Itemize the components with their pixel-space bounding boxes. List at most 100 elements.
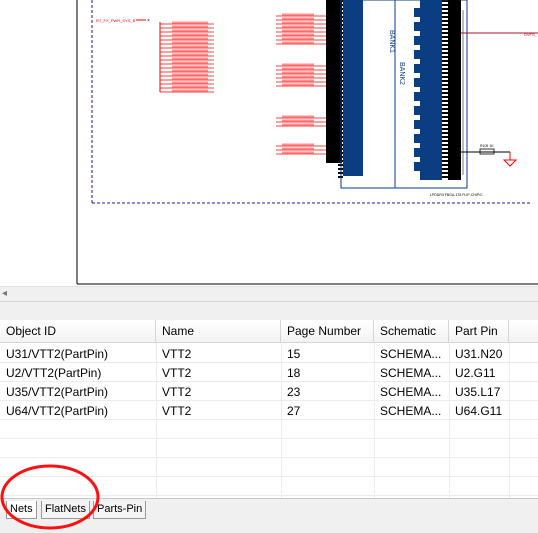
pin-stub <box>442 12 448 14</box>
pin-stub <box>442 48 448 50</box>
net-label-mark <box>282 33 314 36</box>
pin-stub <box>442 52 448 54</box>
column-gridline <box>156 343 157 498</box>
bus-label-mark <box>172 21 208 24</box>
net-label-mark <box>282 17 314 20</box>
bank2-label: BANK2 <box>398 62 405 85</box>
pin-stub <box>442 136 448 138</box>
bus-label-mark <box>172 49 208 52</box>
row-gridline <box>0 419 538 420</box>
net-label-mark <box>282 13 314 16</box>
tab-flatnets[interactable]: FlatNets <box>41 501 90 519</box>
column-header-schematic[interactable]: Schematic <box>374 320 449 343</box>
row-gridline <box>0 476 538 477</box>
net-label-mark <box>282 79 314 82</box>
row-gridline <box>0 362 538 363</box>
net-label-mark <box>282 25 314 28</box>
pin-stub <box>442 100 448 102</box>
bank2-pin-block <box>414 120 421 129</box>
net-label-mark <box>282 75 314 78</box>
net-label-left: RT_FX_PWR_SYS_B <box>96 18 136 23</box>
schematic-drawing: RT_FX_PWR_SYS_B × BANK1 BANK2 DVFS_ R105… <box>76 0 538 285</box>
bank2-pin-block <box>414 106 421 115</box>
pin-stub <box>442 168 448 170</box>
column-gridline <box>281 343 282 498</box>
bank2-bar <box>420 0 442 180</box>
pin-stub <box>442 88 448 90</box>
net-label-mark <box>282 147 314 150</box>
pin-stub <box>442 108 448 110</box>
row-gridline <box>0 457 538 458</box>
bus-label-mark <box>172 45 208 48</box>
pin-stub <box>442 116 448 118</box>
pin-stub <box>442 120 448 122</box>
column-gridline <box>509 343 510 498</box>
horizontal-scrollbar[interactable]: ◂ <box>0 286 538 301</box>
bank2-pin-block <box>414 78 421 87</box>
pin-stub <box>442 24 448 26</box>
net-label-mark <box>282 41 314 44</box>
schematic-canvas[interactable]: RT_FX_PWR_SYS_B × BANK1 BANK2 DVFS_ R105… <box>0 0 538 286</box>
bus-label-mark <box>172 29 208 32</box>
pin-stub <box>442 132 448 134</box>
pin-stub <box>442 152 448 154</box>
bank2-pin-block <box>414 92 421 101</box>
column-gridline <box>449 343 450 498</box>
bus-label-mark <box>172 69 208 72</box>
tab-nets[interactable]: Nets <box>6 501 37 519</box>
net-label-mark <box>282 63 314 66</box>
ground-icon <box>502 159 518 167</box>
row-gridline <box>0 381 538 382</box>
column-header-filler <box>509 320 538 343</box>
bus-label-mark <box>172 81 208 84</box>
column-header-name[interactable]: Name <box>156 320 281 343</box>
pin-stub <box>442 96 448 98</box>
bus-label-mark <box>172 33 208 36</box>
bus-label-mark <box>172 25 208 28</box>
net-label-mark <box>282 143 314 146</box>
scroll-left-icon[interactable]: ◂ <box>2 287 7 301</box>
pin-stub <box>442 68 448 70</box>
net-label-right: DVFS_ <box>524 32 538 37</box>
bank2-pin-block <box>414 134 421 143</box>
column-header-page-number[interactable]: Page Number <box>281 320 374 343</box>
pin-stub <box>442 128 448 130</box>
pin-stub <box>442 20 448 22</box>
bank2-pin-block <box>414 64 421 73</box>
net-label-mark <box>282 83 314 86</box>
bus-label-mark <box>172 37 208 40</box>
pin-stub <box>442 4 448 6</box>
pin-stub <box>442 16 448 18</box>
pin-stub <box>442 140 448 142</box>
pin-stub <box>442 76 448 78</box>
net-label-mark <box>282 37 314 40</box>
pin-stub <box>442 56 448 58</box>
bank2-pin-block <box>414 8 421 17</box>
tab-parts-pin[interactable]: Parts-Pin <box>93 501 147 519</box>
bank2-pin-block <box>414 148 421 157</box>
bank2-pin-block <box>414 36 421 45</box>
column-header-object-id[interactable]: Object ID <box>0 320 156 343</box>
pin-stub <box>442 112 448 114</box>
bottom-tab-strip: Nets FlatNets Parts-Pin <box>0 464 538 533</box>
pin-column-left <box>326 0 342 163</box>
bank1-bar <box>343 0 363 176</box>
bus-label-mark <box>172 89 208 92</box>
net-label-mark <box>282 67 314 70</box>
column-header-part-pin[interactable]: Part Pin <box>449 320 509 343</box>
net-label-mark <box>282 71 314 74</box>
panel-splitter[interactable] <box>0 301 538 321</box>
bus-label-mark <box>172 61 208 64</box>
bus-label-mark <box>172 77 208 80</box>
net-label-mark <box>282 29 314 32</box>
bus-label-mark <box>172 53 208 56</box>
pin-stub <box>442 32 448 34</box>
bank2-pin-block <box>414 162 421 171</box>
pin-stub <box>442 40 448 42</box>
pin-stub <box>442 104 448 106</box>
pin-stub <box>442 160 448 162</box>
part-caption: LPDDR3 FBGA-178 FLIP-CHIP/C <box>430 193 483 197</box>
pin-stub <box>442 144 448 146</box>
bus-label-mark <box>172 65 208 68</box>
results-grid: Object ID Name Page Number Schematic Par… <box>0 320 538 515</box>
